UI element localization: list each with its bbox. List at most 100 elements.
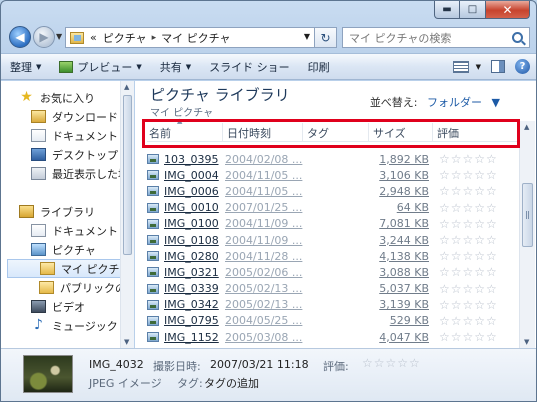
file-date: 2005/02/13 ... xyxy=(225,282,303,296)
table-row[interactable]: IMG_0795 2004/05/25 ... 529 KB ☆☆☆☆☆ xyxy=(147,313,523,329)
sidebar-item-music[interactable]: ♪ ミュージック xyxy=(31,316,118,335)
file-list-scrollbar[interactable]: ▲ ▼ xyxy=(519,121,535,348)
breadcrumb-pictures[interactable]: ピクチャ xyxy=(103,30,147,46)
breadcrumb-my-pictures[interactable]: マイ ピクチャ xyxy=(161,30,230,46)
table-row[interactable]: IMG_0100 2004/11/09 ... 7,081 KB ☆☆☆☆☆ xyxy=(147,216,523,232)
sidebar-item-videos[interactable]: ビデオ xyxy=(31,297,85,316)
print-button[interactable]: 印刷 xyxy=(299,54,339,79)
date-taken-value: 2007/03/21 11:18 xyxy=(210,358,309,371)
address-bar[interactable]: « ピクチャ ▸ マイ ピクチャ ▼ xyxy=(65,27,315,48)
forward-arrow-icon: ▶ xyxy=(39,30,49,44)
arrange-by: 並べ替え: フォルダー ▼ xyxy=(370,94,500,110)
rating-stars[interactable]: ☆☆☆☆☆ xyxy=(435,282,515,296)
share-menu[interactable]: 共有 ▼ xyxy=(151,54,200,79)
arrange-by-dropdown[interactable]: フォルダー xyxy=(427,96,482,109)
table-row[interactable]: IMG_0280 2004/11/28 ... 4,138 KB ☆☆☆☆☆ xyxy=(147,248,523,264)
recent-pages-dropdown[interactable]: ▼ xyxy=(56,32,62,41)
file-name-cell[interactable]: IMG_0795 xyxy=(147,314,225,327)
close-button[interactable]: ✕ xyxy=(486,1,530,19)
sidebar-item-documents[interactable]: ドキュメント xyxy=(31,126,118,145)
rating-stars[interactable]: ☆☆☆☆☆ xyxy=(435,330,515,344)
sidebar-item-label: ドキュメント xyxy=(52,129,118,143)
file-name-cell[interactable]: IMG_0010 xyxy=(147,201,225,214)
minimize-button[interactable]: ▬ xyxy=(434,1,460,19)
organize-menu[interactable]: 整理 ▼ xyxy=(1,54,50,79)
file-date: 2005/02/13 ... xyxy=(225,298,303,312)
search-icon[interactable] xyxy=(512,32,523,43)
breadcrumb-separator[interactable]: ▸ xyxy=(152,33,157,43)
file-name-cell[interactable]: IMG_0100 xyxy=(147,217,225,230)
rating-stars[interactable]: ☆☆☆☆☆ xyxy=(435,298,515,312)
rating-stars[interactable]: ☆☆☆☆☆ xyxy=(435,217,515,231)
table-row[interactable]: IMG_1152 2005/03/08 ... 4,047 KB ☆☆☆☆☆ xyxy=(147,329,523,345)
file-name-cell[interactable]: IMG_0321 xyxy=(147,266,225,279)
chevron-down-icon: ▼ xyxy=(36,62,42,71)
slideshow-button[interactable]: スライド ショー xyxy=(200,54,299,79)
sidebar-item-favorites[interactable]: ★ お気に入り xyxy=(19,88,95,107)
table-row[interactable]: IMG_0010 2007/01/25 ... 64 KB ☆☆☆☆☆ xyxy=(147,200,523,216)
downloads-folder-icon xyxy=(31,110,46,123)
file-name-cell[interactable]: IMG_1152 xyxy=(147,331,225,344)
view-options-icon[interactable] xyxy=(452,60,469,73)
image-file-icon xyxy=(147,218,159,229)
file-date: 2004/11/28 ... xyxy=(225,249,303,263)
scroll-down-icon[interactable]: ▼ xyxy=(524,338,529,346)
sidebar-item-recent-places[interactable]: 最近表示した場所 xyxy=(31,164,133,183)
music-note-icon: ♪ xyxy=(34,317,43,333)
scrollbar-thumb[interactable] xyxy=(522,183,533,247)
sidebar-item-label: ライブラリ xyxy=(40,205,95,219)
back-button[interactable]: ◀ xyxy=(9,26,31,48)
rating-stars[interactable]: ☆☆☆☆☆ xyxy=(435,184,515,198)
add-tag-field[interactable]: タグの追加 xyxy=(204,375,259,391)
scroll-up-icon[interactable]: ▲ xyxy=(524,123,529,131)
table-row[interactable]: IMG_0339 2005/02/13 ... 5,037 KB ☆☆☆☆☆ xyxy=(147,281,523,297)
rating-stars[interactable]: ☆☆☆☆☆ xyxy=(435,314,515,328)
file-name-cell[interactable]: IMG_0339 xyxy=(147,282,225,295)
table-row[interactable]: IMG_0004 2004/11/05 ... 3,106 KB ☆☆☆☆☆ xyxy=(147,167,523,183)
file-name-cell[interactable]: IMG_0006 xyxy=(147,185,225,198)
scrollbar-thumb[interactable] xyxy=(123,95,132,255)
file-name-cell[interactable]: 103_0395 xyxy=(147,153,225,166)
rating-stars[interactable]: ☆☆☆☆☆ xyxy=(435,152,515,166)
preview-menu[interactable]: プレビュー ▼ xyxy=(50,54,150,79)
table-row[interactable]: IMG_0108 2004/11/09 ... 3,244 KB ☆☆☆☆☆ xyxy=(147,232,523,248)
file-name: IMG_0342 xyxy=(164,298,219,312)
maximize-button[interactable]: □ xyxy=(460,1,486,19)
sidebar-item-pictures[interactable]: ピクチャ xyxy=(31,240,96,259)
file-name: IMG_0100 xyxy=(164,217,219,231)
rating-stars[interactable]: ☆☆☆☆☆ xyxy=(435,201,515,215)
address-dropdown-icon[interactable]: ▼ xyxy=(304,32,310,41)
sidebar-item-downloads[interactable]: ダウンロード xyxy=(31,107,118,126)
rating-stars[interactable]: ☆☆☆☆☆ xyxy=(435,233,515,247)
sidebar-item-my-pictures[interactable]: マイ ピクチャ xyxy=(7,259,130,278)
file-name-cell[interactable]: IMG_0108 xyxy=(147,234,225,247)
navigation-scrollbar[interactable]: ▲ ▼ xyxy=(120,81,134,348)
sidebar-item-documents-library[interactable]: ドキュメント xyxy=(31,221,118,240)
rating-stars[interactable]: ☆☆☆☆☆ xyxy=(362,356,421,370)
rating-stars[interactable]: ☆☆☆☆☆ xyxy=(435,265,515,279)
breadcrumb-overflow[interactable]: « xyxy=(90,31,97,44)
refresh-button[interactable]: ↻ xyxy=(315,27,337,48)
search-input[interactable]: マイ ピクチャの検索 xyxy=(342,27,530,48)
file-name-cell[interactable]: IMG_0342 xyxy=(147,298,225,311)
file-name-cell[interactable]: IMG_0004 xyxy=(147,169,225,182)
scroll-up-icon[interactable]: ▲ xyxy=(124,83,129,91)
library-icon xyxy=(19,205,34,218)
documents-library-icon xyxy=(31,224,46,237)
file-name-cell[interactable]: IMG_0280 xyxy=(147,250,225,263)
table-row[interactable]: IMG_0342 2005/02/13 ... 3,139 KB ☆☆☆☆☆ xyxy=(147,297,523,313)
sidebar-item-libraries[interactable]: ライブラリ xyxy=(19,202,95,221)
chevron-down-icon[interactable]: ▼ xyxy=(492,96,500,109)
rating-stars[interactable]: ☆☆☆☆☆ xyxy=(435,168,515,182)
sidebar-item-desktop[interactable]: デスクトップ xyxy=(31,145,118,164)
rating-stars[interactable]: ☆☆☆☆☆ xyxy=(435,249,515,263)
table-row[interactable]: IMG_0321 2005/02/06 ... 3,088 KB ☆☆☆☆☆ xyxy=(147,264,523,280)
table-row[interactable]: IMG_0006 2004/11/05 ... 2,948 KB ☆☆☆☆☆ xyxy=(147,183,523,199)
search-placeholder: マイ ピクチャの検索 xyxy=(349,31,452,45)
scroll-down-icon[interactable]: ▼ xyxy=(124,338,129,346)
table-row[interactable]: 103_0395 2004/02/08 ... 1,892 KB ☆☆☆☆☆ xyxy=(147,151,523,167)
preview-pane-icon[interactable] xyxy=(491,60,505,73)
help-icon[interactable]: ? xyxy=(515,59,530,74)
forward-button[interactable]: ▶ xyxy=(33,26,55,48)
chevron-down-icon[interactable]: ▼ xyxy=(476,63,481,71)
